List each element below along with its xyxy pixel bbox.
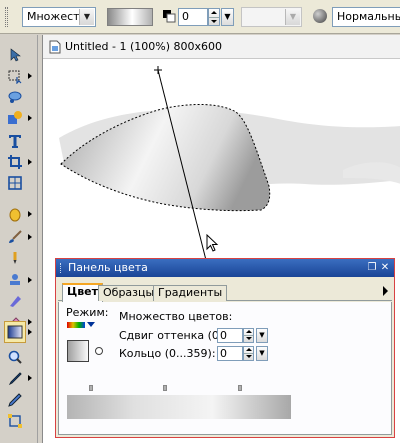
hue-shift-spinner[interactable] [243,328,254,343]
ring-spinner[interactable] [243,346,254,361]
shapes-icon[interactable] [6,109,24,127]
spin-down-icon[interactable] [246,337,252,340]
toolbox [0,35,38,443]
spin-up-icon[interactable] [246,330,252,333]
image-window-titlebar[interactable]: Untitled - 1 (100%) 800x600 [43,35,400,59]
flyout-arrow-icon[interactable] [28,277,32,283]
disabled-combo: ▼ [241,7,302,27]
flyout-arrow-icon[interactable] [28,375,32,381]
tab-scroll-right-icon[interactable] [383,286,388,296]
flyout-arrow-icon[interactable] [28,329,32,335]
chevron-down-icon: ▼ [285,9,300,25]
mouse-cursor-icon [206,234,219,252]
hue-shift-input[interactable]: 0 [217,328,243,343]
crop-icon[interactable] [6,153,24,171]
tolerance-spinner[interactable] [208,8,220,26]
pencil-icon[interactable] [6,249,24,267]
gradient-preview-swatch[interactable] [107,8,153,26]
toolbar-grip[interactable] [5,7,8,27]
gradient-icon[interactable] [4,321,26,343]
flyout-arrow-icon[interactable] [28,115,32,121]
blend-mode-icon [313,9,327,23]
spin-up-icon[interactable] [211,11,217,14]
lasso-icon[interactable] [6,88,24,106]
transparency-squares-icon [163,10,176,23]
tab-label: Цвет [67,285,99,298]
tab-gradients[interactable]: Градиенты [153,285,228,301]
chevron-down-icon[interactable] [87,322,95,327]
hue-shift-dropdown-button[interactable]: ▼ [256,328,268,343]
transform-icon[interactable] [6,412,24,430]
flyout-arrow-icon[interactable] [28,211,32,217]
blend-mode-value: Нормальный [337,10,400,23]
restore-icon[interactable]: ❐ [366,261,378,274]
brush-icon[interactable] [6,228,24,246]
spin-down-icon[interactable] [211,20,217,23]
gradient-stop[interactable] [238,385,242,391]
multi-colors-label: Множество цветов: [119,310,233,323]
ring-value: 0 [220,347,227,360]
flyout-arrow-icon[interactable] [28,319,32,325]
tolerance-input[interactable]: 0 [178,8,208,26]
color-panel-title: Панель цвета [68,261,148,274]
application-window: Множество ▼ 0 ▼ ▼ Нормальный [0,0,400,443]
drag-start-crosshair [154,66,162,74]
gradient-type-combo[interactable]: Множество ▼ [22,7,96,27]
document-icon [49,40,61,54]
color-mode-icon[interactable] [67,322,85,328]
flyout-arrow-icon[interactable] [28,234,32,240]
flyout-arrow-icon[interactable] [28,159,32,165]
selected-shape [60,104,271,212]
ring-dropdown-button[interactable]: ▼ [256,346,268,361]
gradient-stop[interactable] [163,385,167,391]
hue-shift-label: Сдвиг оттенка (0...359): [119,329,219,342]
chevron-down-icon[interactable]: ▼ [79,9,94,25]
color-picker-icon[interactable] [6,369,24,387]
flyout-arrow-icon[interactable] [28,73,32,79]
blend-mode-combo[interactable]: Нормальный [332,7,400,27]
text-icon[interactable] [6,132,24,150]
color-panel: Панель цвета ❐ ✕ Цвет Образцы Градиенты … [55,258,395,438]
hue-shift-value: 0 [220,329,227,342]
tab-label: Градиенты [158,286,223,299]
zoom-icon[interactable] [6,348,24,366]
color-panel-titlebar[interactable]: Панель цвета ❐ ✕ [56,259,394,277]
options-bar: Множество ▼ 0 ▼ ▼ Нормальный [0,0,400,34]
tolerance-dropdown-button[interactable]: ▼ [221,8,234,26]
rectangle-select-icon[interactable] [6,67,24,85]
pen-icon[interactable] [6,391,24,409]
recolor-icon[interactable] [6,292,24,310]
resize-icon[interactable] [6,174,24,192]
swap-color-icon[interactable] [95,347,103,355]
spin-up-icon[interactable] [246,348,252,351]
ring-label: Кольцо (0...359): [119,347,216,360]
gradient-preview-bar[interactable] [67,395,291,419]
mode-label: Режим: [66,306,109,319]
image-window-title: Untitled - 1 (100%) 800x600 [65,40,222,53]
fill-bucket-icon[interactable] [6,205,24,223]
color-swatch[interactable] [67,340,89,362]
ring-input[interactable]: 0 [217,346,243,361]
gradient-stop[interactable] [89,385,93,391]
color-tab-body: Режим: Множество цветов: Сдвиг оттенка (… [58,302,392,435]
tolerance-value: 0 [182,10,189,23]
spin-down-icon[interactable] [246,355,252,358]
tab-swatches[interactable]: Образцы [98,285,160,301]
panel-grip[interactable] [60,263,63,273]
tab-color[interactable]: Цвет [62,283,104,302]
move-selection-icon[interactable] [6,46,24,64]
clone-stamp-icon[interactable] [6,271,24,289]
tab-label: Образцы [103,286,155,299]
close-icon[interactable]: ✕ [379,261,391,274]
color-panel-tabs: Цвет Образцы Градиенты [58,283,392,302]
